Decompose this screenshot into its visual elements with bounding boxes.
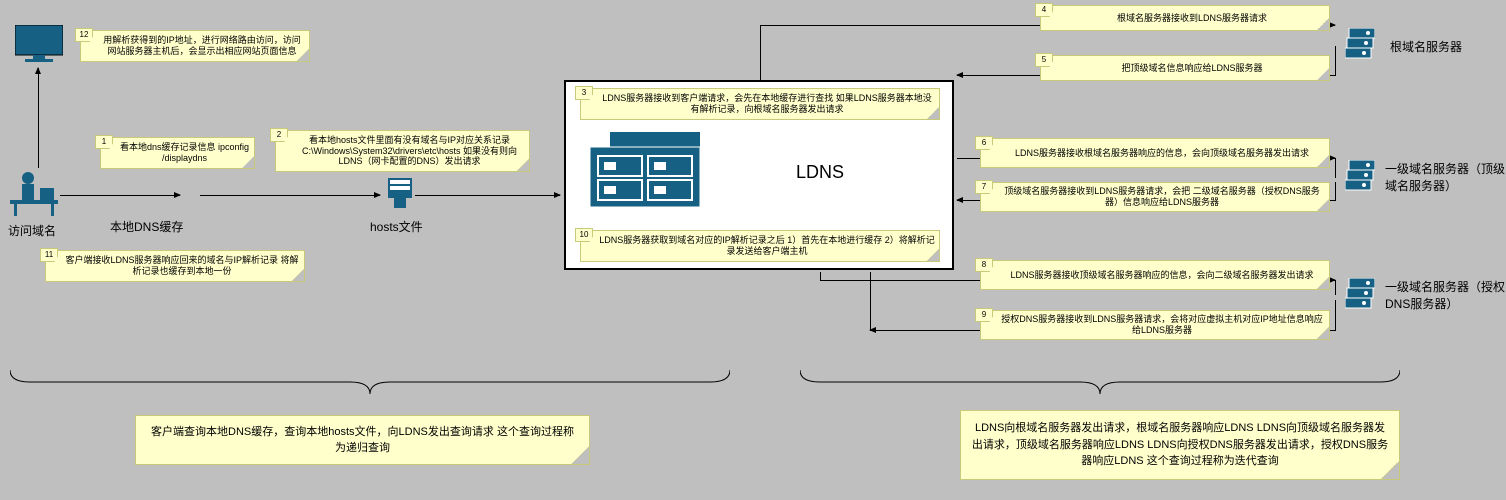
hosts-label: hosts文件: [370, 218, 423, 235]
note-9: 授权DNS服务器接收到LDNS服务器请求，会将对应虚拟主机对应IP地址信息响应给…: [980, 310, 1330, 340]
root-server-icon: [1345, 28, 1375, 64]
v-7: [1335, 182, 1336, 201]
summary-left: 客户端查询本地DNS缓存，查询本地hosts文件，向LDNS发出查询请求 这个查…: [135, 415, 590, 465]
ldns-label: LDNS: [796, 162, 844, 183]
v-9b: [1335, 300, 1336, 331]
v-6: [1335, 158, 1336, 178]
brace-left: [10, 370, 730, 400]
note-6: LDNS服务器接收根域名服务器响应的信息，会向顶级域名服务器发出请求: [980, 138, 1330, 168]
v-top: [760, 25, 761, 80]
auth-label: 一级域名服务器（授权DNS服务器）: [1385, 278, 1505, 312]
arrow-1: [60, 195, 180, 196]
auth-server-icon: [1345, 278, 1375, 314]
localdns-label: 本地DNS缓存: [110, 218, 183, 235]
note-8: LDNS服务器接收顶级域名服务器响应的信息，会向二级域名服务器发出请求: [980, 260, 1330, 290]
note-12: 用解析获得到的IP地址，进行网络路由访问，访问网站服务器主机后，会显示出相应网站…: [80, 30, 310, 62]
client-label: 访问域名: [8, 222, 56, 239]
note-1: 看本地dns缓存记录信息 ipconfig /displaydns: [100, 137, 255, 169]
arrow-2: [200, 195, 380, 196]
ldns-server-icon: [590, 132, 700, 212]
v-9a: [870, 272, 871, 331]
arrow-client-browser: [38, 68, 39, 168]
note-7: 顶级域名服务器接收到LDNS服务器请求，会把 二级域名服务器（授权DNS服务器）…: [980, 182, 1330, 212]
monitor-icon: [15, 25, 63, 63]
note-2: 看本地hosts文件里面有没有域名与IP对应关系记录 C:\Windows\Sy…: [275, 130, 530, 172]
note-5: 把顶级域名信息响应给LDNS服务器: [1040, 55, 1330, 81]
root-label: 根域名服务器: [1390, 38, 1500, 55]
tld-server-icon: [1345, 160, 1375, 196]
note-10: LDNS服务器获取到域名对应的IP解析记录之后 1）首先在本地进行缓存 2）将解…: [580, 230, 940, 262]
hosts-icon: [388, 178, 412, 210]
note-4: 根域名服务器接收到LDNS服务器请求: [1040, 5, 1330, 31]
user-icon: [10, 170, 58, 218]
v-8b: [1335, 280, 1336, 295]
v-5: [1335, 46, 1336, 76]
v-8a: [820, 272, 821, 281]
note-3: LDNS服务器接收到客户端请求，会先在本地缓存进行查找 如果LDNS服务器本地没…: [580, 88, 940, 120]
summary-right: LDNS向根域名服务器发出请求，根域名服务器响应LDNS LDNS向顶级域名服务…: [960, 410, 1400, 480]
brace-right: [800, 370, 1400, 400]
arrow-3: [415, 195, 560, 196]
tld-label: 一级域名服务器（顶级域名服务器）: [1385, 160, 1505, 194]
note-11: 客户端接收LDNS服务器响应回来的域名与IP解析记录 将解析记录也缓存到本地一份: [45, 250, 305, 282]
